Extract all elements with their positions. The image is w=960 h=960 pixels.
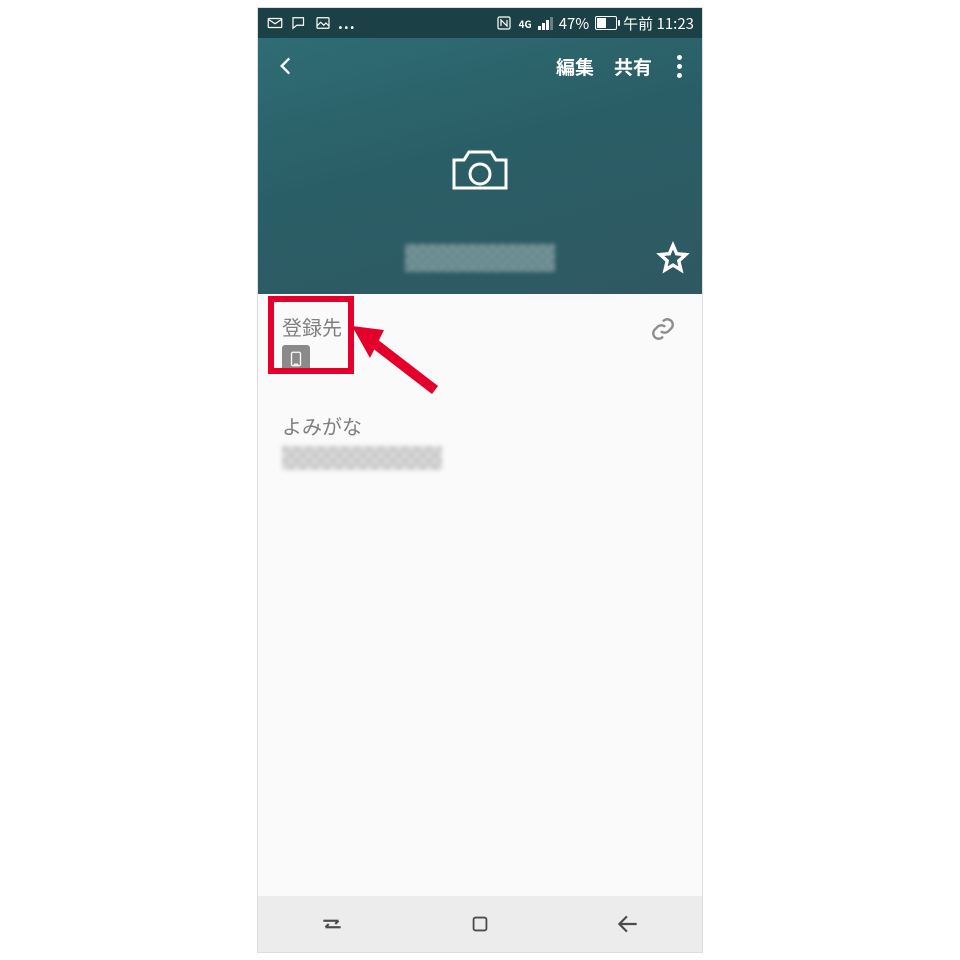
- recents-button[interactable]: [302, 904, 362, 944]
- network-label: 4G: [519, 19, 532, 28]
- phonetic-value-redacted: [282, 446, 442, 470]
- back-nav-button[interactable]: [598, 904, 658, 944]
- clock: 午前 11:23: [623, 13, 694, 34]
- status-bar: ... 4G 47% 午前 11:23: [258, 8, 702, 38]
- add-photo-button[interactable]: [448, 146, 512, 199]
- edit-button[interactable]: 編集: [546, 47, 604, 86]
- annotation-highlight-box: [268, 296, 354, 374]
- device-frame: ... 4G 47% 午前 11:23 編集 共有: [258, 8, 702, 952]
- mail-icon: [266, 14, 284, 32]
- battery-pct: 47%: [559, 13, 589, 34]
- home-button[interactable]: [450, 904, 510, 944]
- back-button[interactable]: [264, 44, 308, 88]
- link-contact-button[interactable]: [646, 312, 680, 346]
- more-menu-button[interactable]: [662, 55, 696, 78]
- phonetic-label: よみがな: [282, 411, 680, 440]
- signal-icon: [538, 16, 553, 30]
- nfc-icon: [495, 14, 513, 32]
- contact-name-redacted: [405, 244, 555, 272]
- android-nav-bar: [258, 896, 702, 952]
- favorite-button[interactable]: [656, 241, 690, 280]
- chat-icon: [290, 14, 308, 32]
- battery-icon: [595, 16, 617, 30]
- share-button[interactable]: 共有: [604, 47, 662, 86]
- image-icon: [314, 14, 332, 32]
- status-ellipsis: ...: [338, 13, 356, 34]
- contact-header: 編集 共有: [258, 38, 702, 294]
